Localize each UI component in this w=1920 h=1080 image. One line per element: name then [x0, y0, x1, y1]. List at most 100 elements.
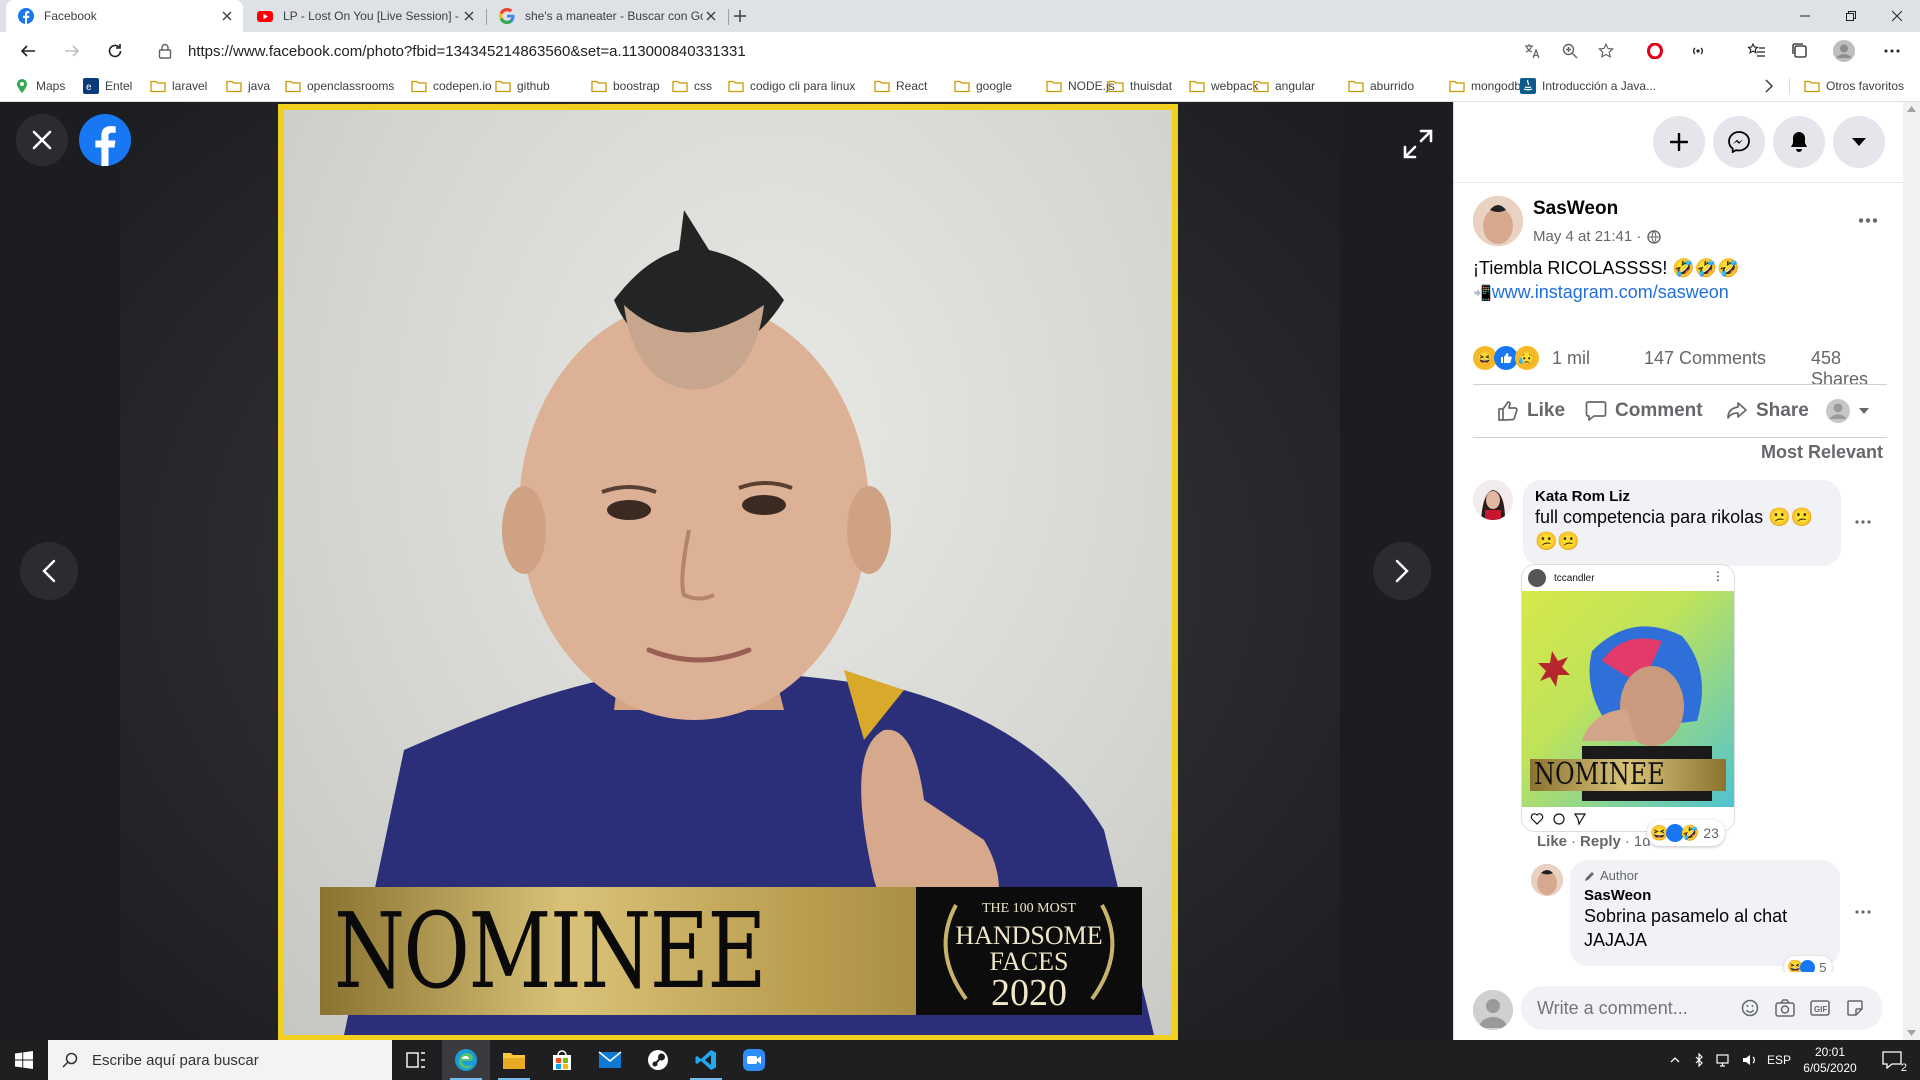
restore-button[interactable]: [1828, 0, 1874, 32]
bookmark-entel[interactable]: e Entel: [83, 70, 132, 102]
next-photo-button[interactable]: [1373, 542, 1431, 600]
tray-volume[interactable]: [1738, 1040, 1762, 1080]
gif-icon[interactable]: GIF: [1810, 999, 1830, 1017]
bookmark-folder[interactable]: NODE.js: [1046, 70, 1115, 102]
create-button[interactable]: [1653, 116, 1705, 168]
bookmark-folder[interactable]: openclassrooms: [285, 70, 394, 102]
share-button[interactable]: Share: [1726, 385, 1809, 437]
taskbar-zoom[interactable]: [730, 1040, 778, 1080]
action-center-button[interactable]: 2: [1872, 1040, 1912, 1080]
post-options-button[interactable]: [1854, 210, 1882, 230]
commenter-avatar[interactable]: [1473, 480, 1513, 520]
messenger-button[interactable]: [1713, 116, 1765, 168]
bookmark-folder[interactable]: css: [672, 70, 712, 102]
tray-language[interactable]: ESP: [1764, 1040, 1794, 1080]
close-tab-icon[interactable]: [461, 8, 477, 24]
facebook-home-button[interactable]: [79, 114, 131, 166]
new-tab-button[interactable]: [726, 2, 754, 30]
comment-attachment-image[interactable]: tccandler ⋮ NOMINEE: [1521, 564, 1735, 832]
comment-reactions[interactable]: 😆 🤣 23: [1647, 820, 1725, 846]
address-bar[interactable]: https://www.facebook.com/photo?fbid=1343…: [146, 37, 1614, 65]
zoom-icon[interactable]: [1562, 43, 1578, 59]
bookmark-folder[interactable]: boostrap: [591, 70, 660, 102]
star-icon[interactable]: [1598, 43, 1614, 59]
tray-network-app[interactable]: [1688, 1040, 1710, 1080]
bookmark-folder[interactable]: java: [226, 70, 270, 102]
task-view-button[interactable]: [392, 1040, 440, 1080]
tray-clock[interactable]: 20:01 6/05/2020: [1800, 1040, 1860, 1080]
sticker-icon[interactable]: [1846, 999, 1864, 1017]
post-link[interactable]: 📲www.instagram.com/sasweon: [1473, 280, 1729, 306]
extension-button[interactable]: [1684, 37, 1712, 65]
bookmark-folder[interactable]: codigo cli para linux: [728, 70, 855, 102]
page-scrollbar[interactable]: [1903, 102, 1920, 1040]
account-menu-button[interactable]: [1833, 116, 1885, 168]
tab-youtube[interactable]: LP - Lost On You [Live Session] -: [245, 0, 485, 32]
author-avatar[interactable]: [1473, 196, 1523, 246]
bookmark-maps[interactable]: Maps: [14, 70, 65, 102]
tray-network[interactable]: [1712, 1040, 1736, 1080]
comment-options-button[interactable]: [1849, 512, 1877, 532]
reply-author[interactable]: SasWeon: [1584, 887, 1826, 904]
taskbar-mail[interactable]: [586, 1040, 634, 1080]
bookmark-other-favorites[interactable]: Otros favoritos: [1804, 70, 1904, 102]
post-author-name[interactable]: SasWeon: [1533, 198, 1618, 220]
reply-options-button[interactable]: [1849, 902, 1877, 922]
settings-menu-button[interactable]: [1878, 37, 1906, 65]
forward-button[interactable]: [58, 37, 86, 65]
reload-button[interactable]: [101, 37, 129, 65]
current-user-avatar[interactable]: [1473, 990, 1513, 1030]
comment-like-link[interactable]: Like: [1537, 833, 1567, 850]
bookmark-folder[interactable]: github: [495, 70, 550, 102]
comment-input[interactable]: [1537, 986, 1737, 1030]
bookmark-folder[interactable]: laravel: [150, 70, 207, 102]
bookmark-folder[interactable]: Introducción a Java...: [1520, 70, 1656, 102]
bookmark-folder[interactable]: google: [954, 70, 1012, 102]
tab-google[interactable]: she's a maneater - Buscar con Go: [487, 0, 727, 32]
bookmarks-overflow-button[interactable]: [1764, 70, 1774, 102]
favorites-button[interactable]: [1743, 37, 1771, 65]
bookmark-folder[interactable]: angular: [1253, 70, 1315, 102]
comments-count[interactable]: 147 Comments: [1644, 348, 1766, 369]
emoji-icon[interactable]: [1741, 999, 1759, 1017]
reaction-as-selector[interactable]: [1825, 385, 1869, 437]
previous-photo-button[interactable]: [20, 542, 78, 600]
reactions-count[interactable]: 1 mil: [1552, 348, 1590, 369]
taskbar-steam[interactable]: [634, 1040, 682, 1080]
notifications-button[interactable]: [1773, 116, 1825, 168]
reaction-icons[interactable]: 😆 😥: [1473, 346, 1539, 370]
camera-icon[interactable]: [1775, 999, 1795, 1017]
tab-facebook[interactable]: Facebook: [6, 0, 243, 32]
taskbar-edge[interactable]: [442, 1040, 490, 1080]
profile-button[interactable]: [1830, 37, 1858, 65]
close-tab-icon[interactable]: [703, 8, 719, 24]
taskbar-vscode[interactable]: [682, 1040, 730, 1080]
like-button[interactable]: Like: [1497, 385, 1565, 437]
tray-overflow-button[interactable]: [1664, 1040, 1686, 1080]
comment-composer[interactable]: GIF: [1521, 986, 1883, 1030]
comment-author[interactable]: Kata Rom Liz: [1535, 488, 1829, 505]
fullscreen-button[interactable]: [1400, 126, 1436, 162]
taskbar-search-box[interactable]: Escribe aquí para buscar: [48, 1040, 392, 1080]
close-viewer-button[interactable]: [16, 114, 68, 166]
taskbar-file-explorer[interactable]: [490, 1040, 538, 1080]
close-window-button[interactable]: [1874, 0, 1920, 32]
translate-icon[interactable]: [1524, 43, 1540, 59]
bookmark-folder[interactable]: mongodb: [1449, 70, 1521, 102]
opera-extension-button[interactable]: [1641, 37, 1669, 65]
post-timestamp[interactable]: May 4 at 21:41 ·: [1533, 228, 1662, 245]
bookmark-folder[interactable]: codepen.io: [411, 70, 492, 102]
comment-button[interactable]: Comment: [1585, 385, 1703, 437]
bookmark-folder[interactable]: webpack: [1189, 70, 1258, 102]
taskbar-store[interactable]: [538, 1040, 586, 1080]
collections-button[interactable]: [1786, 37, 1814, 65]
back-button[interactable]: [14, 37, 42, 65]
comment-reply-link[interactable]: Reply: [1580, 833, 1621, 850]
reply-author-avatar[interactable]: [1531, 864, 1563, 896]
comment-sort-selector[interactable]: Most Relevant: [1761, 442, 1883, 463]
close-tab-icon[interactable]: [219, 8, 235, 24]
minimize-button[interactable]: [1782, 0, 1828, 32]
start-button[interactable]: [0, 1040, 48, 1080]
bookmark-folder[interactable]: React: [874, 70, 927, 102]
bookmark-folder[interactable]: thuisdat: [1108, 70, 1172, 102]
